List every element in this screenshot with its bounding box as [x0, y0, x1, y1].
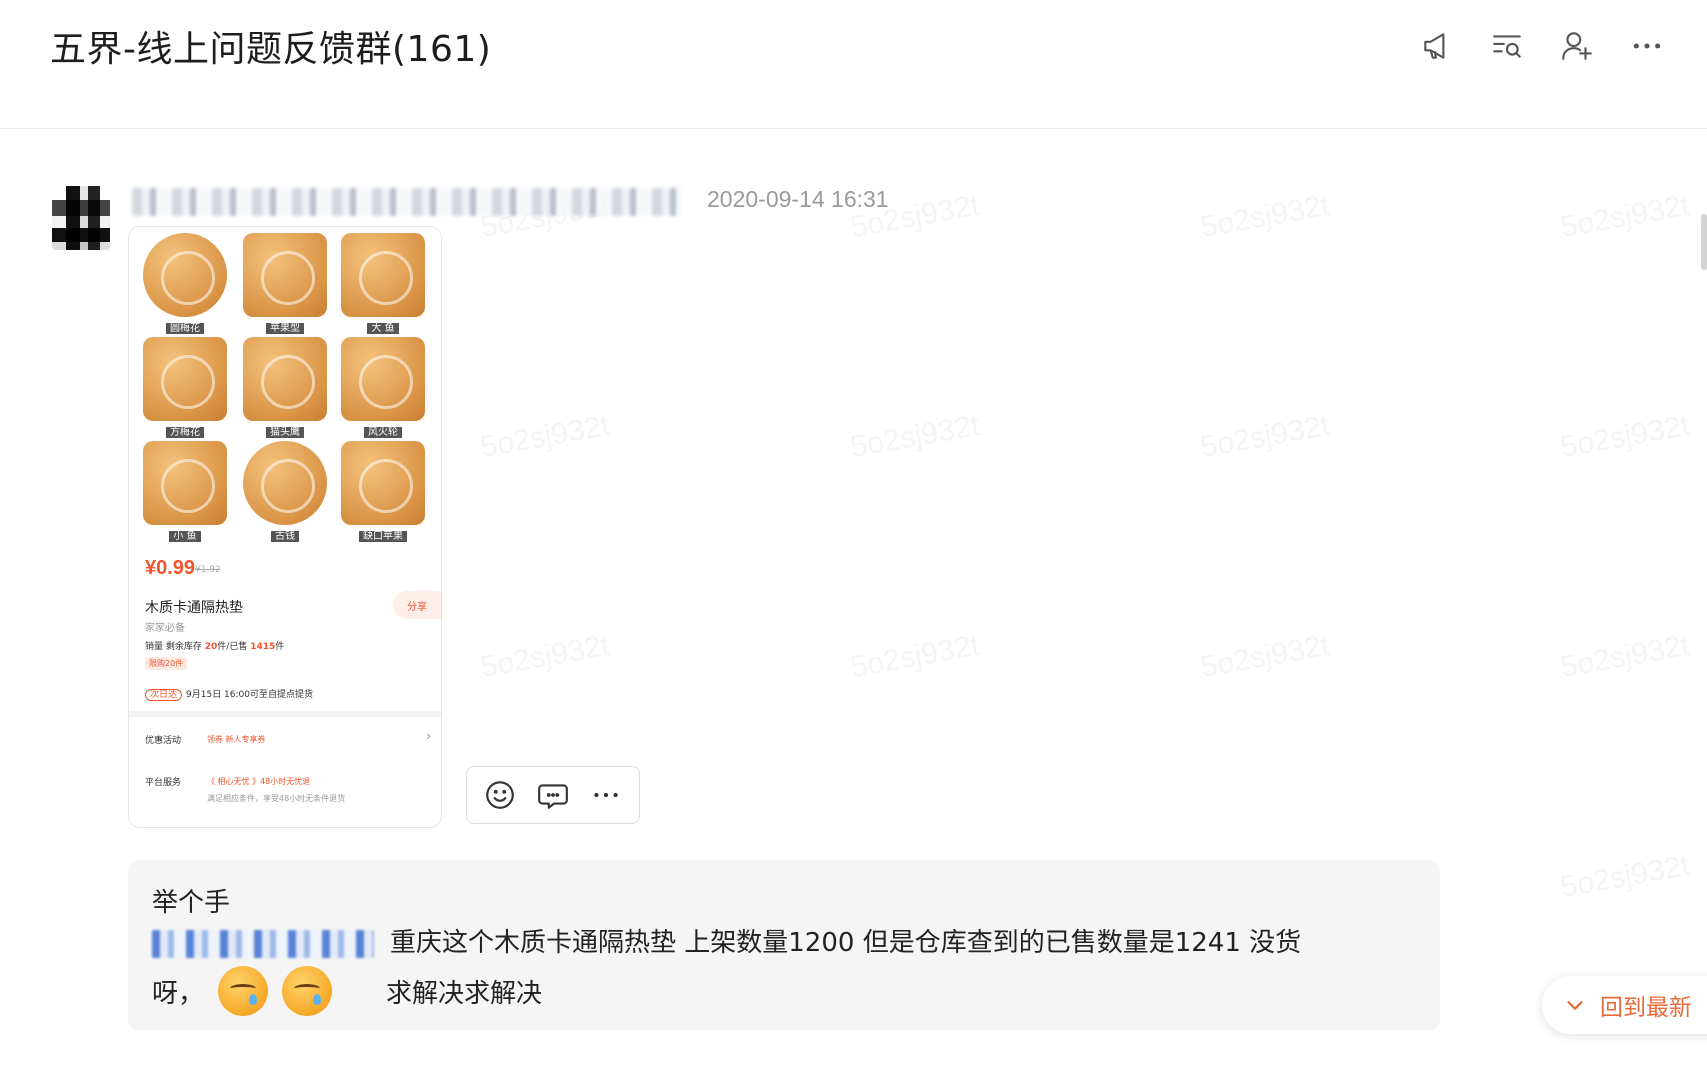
product-tile [243, 441, 327, 525]
product-screenshot-image[interactable]: 圆梅花 苹果型 大 鱼 方梅花 猫头鹰 风火轮 小 鱼 古钱 缺口苹果 ¥0.9… [128, 226, 442, 828]
chevron-down-icon [1567, 1001, 1583, 1010]
chat-window: 5o2sj932t 5o2sj932t 5o2sj932t 5o2sj932t … [0, 0, 1707, 1074]
jump-to-latest-button[interactable]: 回到最新 [1542, 976, 1707, 1034]
product-tile [143, 337, 227, 421]
watermark: 5o2sj932t [478, 629, 612, 685]
product-tile [243, 337, 327, 421]
group-title: 五界-线上问题反馈群(161) [50, 29, 492, 70]
jump-to-latest-label: 回到最新 [1600, 995, 1692, 1021]
product-tile [341, 441, 425, 525]
sad-emoji-icon [282, 966, 333, 1016]
reply-icon[interactable] [533, 775, 573, 815]
product-tile [143, 233, 227, 317]
watermark: 5o2sj932t [1558, 409, 1692, 465]
scrollbar-thumb[interactable] [1701, 214, 1707, 270]
message-text-line: 呀， 求解决求解决 [152, 966, 542, 1016]
watermark: 5o2sj932t [1198, 409, 1332, 465]
search-history-icon[interactable] [1487, 26, 1527, 66]
product-price: ¥0.99 [145, 557, 196, 579]
service-label: 平台服务 [145, 778, 182, 788]
add-member-icon[interactable] [1557, 26, 1597, 66]
watermark: 5o2sj932t [1558, 629, 1692, 685]
sender-name-redacted [132, 188, 682, 216]
message-timestamp: 2020-09-14 16:31 [707, 186, 889, 212]
watermark: 5o2sj932t [1198, 629, 1332, 685]
product-name: 木质卡通隔热垫 [145, 600, 243, 616]
tile-label: 风火轮 [341, 423, 425, 438]
watermark: 5o2sj932t [478, 409, 612, 465]
sales-info: 销量 剩余库存 20件/已售 1415件 [145, 642, 285, 652]
watermark: 5o2sj932t [1198, 189, 1332, 245]
more-icon[interactable] [1627, 26, 1667, 66]
service-value: 《 相心无忧 》48小时无忧退 [207, 777, 311, 786]
tile-label: 缺口苹果 [341, 527, 425, 542]
watermark: 5o2sj932t [1558, 189, 1692, 245]
tile-label: 方梅花 [143, 423, 227, 438]
sad-emoji-icon [218, 966, 269, 1016]
chat-header: 五界-线上问题反馈群(161) [0, 0, 1707, 129]
tile-label: 小 鱼 [143, 527, 227, 542]
text-message-bubble[interactable]: 举个手 重庆这个木质卡通隔热垫 上架数量1200 但是仓库查到的已售数量是124… [128, 860, 1440, 1030]
divider [129, 711, 441, 717]
service-note: 满足相应条件，享受48小时无条件退货 [207, 794, 346, 803]
product-tile [341, 337, 425, 421]
more-icon[interactable] [586, 775, 626, 815]
product-tile [143, 441, 227, 525]
message-action-toolbar [466, 766, 640, 824]
header-actions [1417, 26, 1667, 66]
announcement-icon[interactable] [1417, 26, 1457, 66]
mention-redacted[interactable] [152, 929, 374, 958]
product-tile [341, 233, 425, 317]
tile-label: 圆梅花 [143, 319, 227, 334]
promo-label: 优惠活动 [145, 736, 182, 746]
tile-label: 大 鱼 [341, 319, 425, 334]
delivery-info: 次日达 9月15日 16:00可至自提点提货 [145, 687, 313, 701]
message-text-line: 重庆这个木质卡通隔热垫 上架数量1200 但是仓库查到的已售数量是1241 没货 [152, 922, 1301, 959]
tile-label: 猫头鹰 [243, 423, 327, 438]
tile-label: 古钱 [243, 527, 327, 542]
limit-tag: 限购20件 [145, 657, 188, 670]
emoji-reaction-icon[interactable] [480, 775, 520, 815]
watermark: 5o2sj932t [848, 409, 982, 465]
watermark: 5o2sj932t [848, 629, 982, 685]
chevron-right-icon: › [426, 729, 431, 743]
product-original-price: ¥1.92 [195, 565, 221, 575]
product-subtitle: 家家必备 [145, 623, 185, 634]
share-button: 分享 [393, 591, 441, 619]
watermark: 5o2sj932t [1558, 849, 1692, 905]
promo-value: 领券 新人专享券 [207, 735, 266, 744]
sender-avatar[interactable] [52, 186, 110, 250]
message-text-line: 举个手 [152, 888, 231, 918]
product-tile [243, 233, 327, 317]
tile-label: 苹果型 [243, 319, 327, 334]
